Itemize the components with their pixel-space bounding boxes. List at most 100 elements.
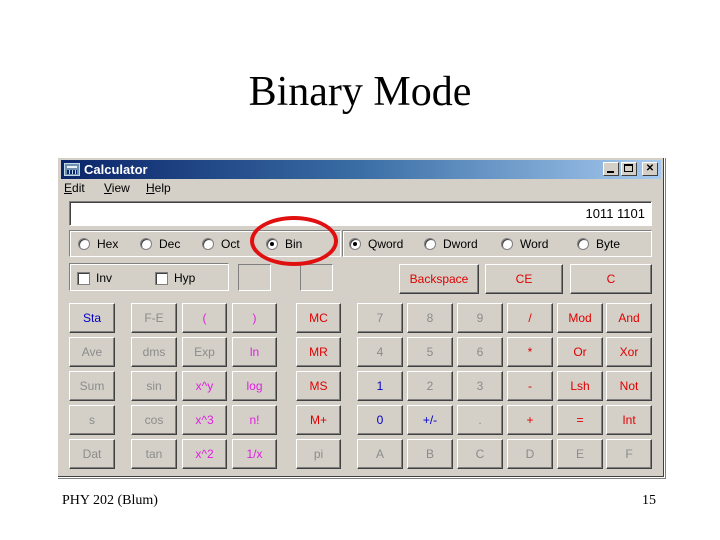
radio-indicator-selected <box>349 238 361 250</box>
title-bar[interactable]: Calculator ✕ <box>61 160 661 179</box>
key-5-button[interactable]: 5 <box>407 337 453 367</box>
radio-label: Byte <box>596 237 621 251</box>
key-and-button[interactable]: And <box>606 303 652 333</box>
radio-label: Qword <box>368 237 404 251</box>
radio-label: Oct <box>221 237 240 251</box>
menu-accel: V <box>104 181 112 195</box>
radio-indicator <box>424 238 436 250</box>
key-1-x-button[interactable]: 1/x <box>232 439 277 469</box>
maximize-button[interactable] <box>621 162 637 176</box>
radio-indicator <box>577 238 589 250</box>
key-3-button[interactable]: 3 <box>457 371 503 401</box>
menu-accel: E <box>64 181 73 195</box>
clear-entry-button[interactable]: CE <box>485 264 563 294</box>
key-x-2-button[interactable]: x^2 <box>182 439 227 469</box>
radio-label: Bin <box>285 237 303 251</box>
menu-label: dit <box>72 181 85 195</box>
menu-label: iew <box>111 181 130 195</box>
key-4-button[interactable]: 4 <box>357 337 403 367</box>
key-log-button[interactable]: log <box>232 371 277 401</box>
radio-label: Dword <box>443 237 478 251</box>
key-c-button[interactable]: C <box>457 439 503 469</box>
key-sym-button[interactable]: / <box>507 303 553 333</box>
checkbox-box <box>77 272 90 285</box>
key-mr-button[interactable]: MR <box>296 337 341 367</box>
parenthesis-indicator <box>238 264 271 291</box>
key-or-button[interactable]: Or <box>557 337 603 367</box>
display-field[interactable]: 1011 1101 <box>69 201 652 226</box>
key-pi-button[interactable]: pi <box>296 439 341 469</box>
key-sym-button[interactable]: * <box>507 337 553 367</box>
key-s-button[interactable]: s <box>69 405 115 435</box>
key-8-button[interactable]: 8 <box>407 303 453 333</box>
key-b-button[interactable]: B <box>407 439 453 469</box>
menu-view[interactable]: View <box>104 181 130 195</box>
number-base-group: Hex Dec Oct Bin <box>69 230 341 257</box>
key-f-button[interactable]: F <box>606 439 652 469</box>
key-mod-button[interactable]: Mod <box>557 303 603 333</box>
menu-help[interactable]: Help <box>146 181 171 195</box>
radio-label: Word <box>520 237 549 251</box>
key-e-button[interactable]: E <box>557 439 603 469</box>
key-ave-button[interactable]: Ave <box>69 337 115 367</box>
radio-indicator <box>202 238 214 250</box>
key-dms-button[interactable]: dms <box>131 337 177 367</box>
key-int-button[interactable]: Int <box>606 405 652 435</box>
key-sym-button[interactable]: - <box>507 371 553 401</box>
maximize-icon <box>624 164 633 172</box>
key-2-button[interactable]: 2 <box>407 371 453 401</box>
key-sta-button[interactable]: Sta <box>69 303 115 333</box>
key-d-button[interactable]: D <box>507 439 553 469</box>
key-9-button[interactable]: 9 <box>457 303 503 333</box>
key-exp-button[interactable]: Exp <box>182 337 227 367</box>
slide-title: Binary Mode <box>248 69 472 115</box>
key-lsh-button[interactable]: Lsh <box>557 371 603 401</box>
key-not-button[interactable]: Not <box>606 371 652 401</box>
word-size-group: Qword Dword Word Byte <box>342 230 652 257</box>
key-sym-button[interactable]: . <box>457 405 503 435</box>
key-1-button[interactable]: 1 <box>357 371 403 401</box>
key-n-button[interactable]: n! <box>232 405 277 435</box>
key-ln-button[interactable]: ln <box>232 337 277 367</box>
key-ms-button[interactable]: MS <box>296 371 341 401</box>
menu-label: elp <box>154 181 171 195</box>
radio-label: Hex <box>97 237 119 251</box>
checkbox-label: Hyp <box>174 271 196 285</box>
key-0-button[interactable]: 0 <box>357 405 403 435</box>
key-sym-button[interactable]: = <box>557 405 603 435</box>
key-a-button[interactable]: A <box>357 439 403 469</box>
checkbox-box <box>155 272 168 285</box>
key-cos-button[interactable]: cos <box>131 405 177 435</box>
key-sym-button[interactable]: ( <box>182 303 227 333</box>
key-x-y-button[interactable]: x^y <box>182 371 227 401</box>
page-number: 15 <box>642 493 656 508</box>
key-sin-button[interactable]: sin <box>131 371 177 401</box>
footer-course: PHY 202 (Blum) <box>62 493 158 508</box>
backspace-button[interactable]: Backspace <box>399 264 479 294</box>
key-dat-button[interactable]: Dat <box>69 439 115 469</box>
key-x-3-button[interactable]: x^3 <box>182 405 227 435</box>
menu-edit[interactable]: Edit <box>64 181 85 195</box>
key-mc-button[interactable]: MC <box>296 303 341 333</box>
calculator-window: Calculator ✕ Edit View Help 1011 1101 He… <box>57 157 665 478</box>
key-sym-button[interactable]: +/- <box>407 405 453 435</box>
key-f-e-button[interactable]: F-E <box>131 303 177 333</box>
key-sym-button[interactable]: ) <box>232 303 277 333</box>
key-sym-button[interactable]: + <box>507 405 553 435</box>
key-7-button[interactable]: 7 <box>357 303 403 333</box>
minimize-button[interactable] <box>603 162 619 176</box>
clear-button[interactable]: C <box>570 264 652 294</box>
calculator-icon <box>64 163 80 176</box>
close-button[interactable]: ✕ <box>642 162 658 176</box>
radio-indicator <box>78 238 90 250</box>
menu-accel: H <box>146 181 155 195</box>
radio-indicator <box>140 238 152 250</box>
key-sum-button[interactable]: Sum <box>69 371 115 401</box>
key-tan-button[interactable]: tan <box>131 439 177 469</box>
key-6-button[interactable]: 6 <box>457 337 503 367</box>
key-m-button[interactable]: M+ <box>296 405 341 435</box>
key-xor-button[interactable]: Xor <box>606 337 652 367</box>
radio-indicator <box>501 238 513 250</box>
radio-indicator-selected <box>266 238 278 250</box>
modifier-group: Inv Hyp <box>69 263 229 291</box>
